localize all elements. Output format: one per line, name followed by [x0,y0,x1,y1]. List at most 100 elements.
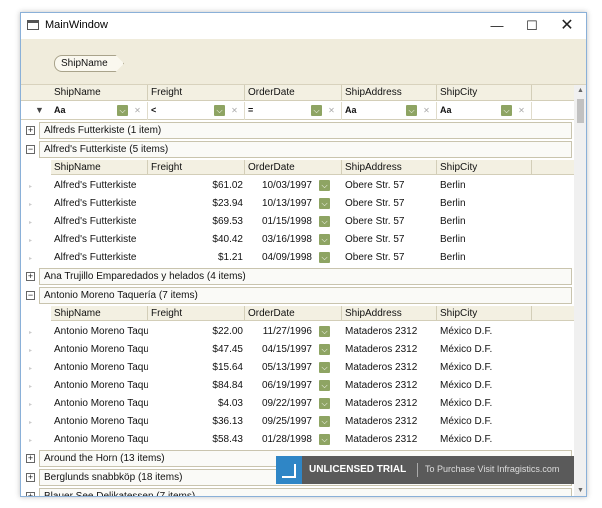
cell-order-date[interactable]: 09/22/1997 [245,395,314,413]
cell-ship-name[interactable]: Alfred's Futterkiste [51,195,148,213]
header-shipname[interactable]: ShipName [51,85,148,101]
expand-group-icon[interactable]: + [26,473,35,482]
cell-freight[interactable]: $84.84 [148,377,245,395]
cell-order-date[interactable]: 04/09/1998 [245,249,314,267]
cell-city[interactable]: Berlin [437,177,532,195]
cell-freight[interactable]: $4.03 [148,395,245,413]
cell-address[interactable]: Obere Str. 57 [342,177,437,195]
cell-freight[interactable]: $36.13 [148,413,245,431]
cell-address[interactable]: Mataderos 2312 [342,431,437,449]
header-shipcity[interactable]: ShipCity [437,85,532,101]
cell-order-date[interactable]: 10/03/1997 [245,177,314,195]
group-header-orderdate[interactable]: OrderDate [245,160,342,175]
table-row[interactable]: ▸ Antonio Moreno Taqu $84.84 06/19/1997 Mata… [29,377,574,395]
cell-address[interactable]: Mataderos 2312 [342,341,437,359]
filter-dropdown-icon[interactable]: ⌵ [406,105,417,116]
table-row[interactable]: ▸ Antonio Moreno Taqu $22.00 11/27/1996 Mata… [29,323,574,341]
cell-order-date[interactable]: 01/28/1998 [245,431,314,449]
group-header-shipaddress[interactable]: ShipAddress [342,160,437,175]
group-header-shipcity[interactable]: ShipCity [437,306,532,321]
filter-cell-freight[interactable]: < ⌵ ✕ [148,102,245,120]
cell-freight[interactable]: $1.21 [148,249,245,267]
cell-address[interactable]: Obere Str. 57 [342,249,437,267]
date-dropdown-icon[interactable]: ⌵ [319,234,330,245]
group-header-shipname[interactable]: ShipName [51,160,148,175]
header-orderdate[interactable]: OrderDate [245,85,342,101]
table-row[interactable]: ▸ Antonio Moreno Taqu $36.13 09/25/1997 Mata… [29,413,574,431]
table-row[interactable]: ▸ Alfred's Futterkiste $23.94 10/13/1997 Obe… [29,195,574,213]
filter-operator-orderdate[interactable]: = [248,105,253,115]
cell-ship-name[interactable]: Antonio Moreno Taqu [51,431,148,449]
cell-ship-name[interactable]: Antonio Moreno Taqu [51,395,148,413]
date-dropdown-icon[interactable]: ⌵ [319,326,330,337]
cell-city[interactable]: Berlin [437,213,532,231]
cell-ship-name[interactable]: Antonio Moreno Taqu [51,341,148,359]
cell-order-date[interactable]: 05/13/1997 [245,359,314,377]
cell-address[interactable]: Mataderos 2312 [342,377,437,395]
vertical-scrollbar[interactable]: ▲ ▼ [574,85,586,496]
cell-city[interactable]: México D.F. [437,341,532,359]
cell-city[interactable]: México D.F. [437,323,532,341]
date-dropdown-icon[interactable]: ⌵ [319,216,330,227]
group-header-shipcity[interactable]: ShipCity [437,160,532,175]
trial-sub-text[interactable]: To Purchase Visit Infragistics.com [425,464,559,474]
cell-city[interactable]: México D.F. [437,431,532,449]
table-row[interactable]: ▸ Alfred's Futterkiste $40.42 03/16/1998 Obe… [29,231,574,249]
cell-ship-name[interactable]: Alfred's Futterkiste [51,213,148,231]
collapse-group-icon[interactable]: − [26,291,35,300]
group-header-freight[interactable]: Freight [148,160,245,175]
cell-city[interactable]: México D.F. [437,395,532,413]
cell-city[interactable]: Berlin [437,231,532,249]
cell-order-date[interactable]: 03/16/1998 [245,231,314,249]
date-dropdown-icon[interactable]: ⌵ [319,344,330,355]
filter-cell-shipcity[interactable]: Aa ⌵ ✕ [437,102,532,120]
filter-operator-freight[interactable]: < [151,105,156,115]
cell-order-date[interactable]: 11/27/1996 [245,323,314,341]
cell-address[interactable]: Obere Str. 57 [342,213,437,231]
cell-freight[interactable]: $47.45 [148,341,245,359]
filter-cell-orderdate[interactable]: = ⌵ ✕ [245,102,342,120]
cell-ship-name[interactable]: Antonio Moreno Taqu [51,323,148,341]
table-row[interactable]: ▸ Alfred's Futterkiste $1.21 04/09/1998 Ober… [29,249,574,267]
filter-dropdown-icon[interactable]: ⌵ [311,105,322,116]
cell-city[interactable]: Berlin [437,195,532,213]
cell-city[interactable]: Berlin [437,249,532,267]
unlicensed-trial-banner[interactable]: UNLICENSED TRIAL To Purchase Visit Infra… [276,456,574,484]
group-by-area[interactable]: ShipName [21,39,586,85]
date-dropdown-icon[interactable]: ⌵ [319,198,330,209]
group-label[interactable]: Alfred's Futterkiste (5 items) [39,141,572,158]
date-dropdown-icon[interactable]: ⌵ [319,434,330,445]
filter-dropdown-icon[interactable]: ⌵ [117,105,128,116]
cell-ship-name[interactable]: Alfred's Futterkiste [51,231,148,249]
collapse-group-icon[interactable]: − [26,145,35,154]
cell-city[interactable]: México D.F. [437,377,532,395]
cell-address[interactable]: Obere Str. 57 [342,195,437,213]
close-button[interactable]: ✕ [550,13,584,39]
minimize-button[interactable]: — [480,13,514,39]
group-label[interactable]: Blauer See Delikatessen (7 items) [39,488,572,496]
cell-address[interactable]: Mataderos 2312 [342,323,437,341]
cell-freight[interactable]: $58.43 [148,431,245,449]
date-dropdown-icon[interactable]: ⌵ [319,416,330,427]
cell-freight[interactable]: $69.53 [148,213,245,231]
date-dropdown-icon[interactable]: ⌵ [319,398,330,409]
cell-ship-name[interactable]: Antonio Moreno Taqu [51,359,148,377]
table-row[interactable]: ▸ Antonio Moreno Taqu $47.45 04/15/1997 Mata… [29,341,574,359]
group-label[interactable]: Antonio Moreno Taquería (7 items) [39,287,572,304]
maximize-button[interactable]: ☐ [515,13,549,39]
group-header-freight[interactable]: Freight [148,306,245,321]
table-row[interactable]: ▸ Antonio Moreno Taqu $58.43 01/28/1998 Mata… [29,431,574,449]
group-header-shipname[interactable]: ShipName [51,306,148,321]
cell-ship-name[interactable]: Antonio Moreno Taqu [51,377,148,395]
cell-city[interactable]: México D.F. [437,413,532,431]
cell-city[interactable]: México D.F. [437,359,532,377]
cell-freight[interactable]: $23.94 [148,195,245,213]
cell-ship-name[interactable]: Alfred's Futterkiste [51,177,148,195]
cell-order-date[interactable]: 09/25/1997 [245,413,314,431]
group-label[interactable]: Alfreds Futterkiste (1 item) [39,122,572,139]
cell-address[interactable]: Mataderos 2312 [342,395,437,413]
expand-group-icon[interactable]: + [26,126,35,135]
group-label[interactable]: Ana Trujillo Emparedados y helados (4 it… [39,268,572,285]
cell-freight[interactable]: $22.00 [148,323,245,341]
date-dropdown-icon[interactable]: ⌵ [319,252,330,263]
